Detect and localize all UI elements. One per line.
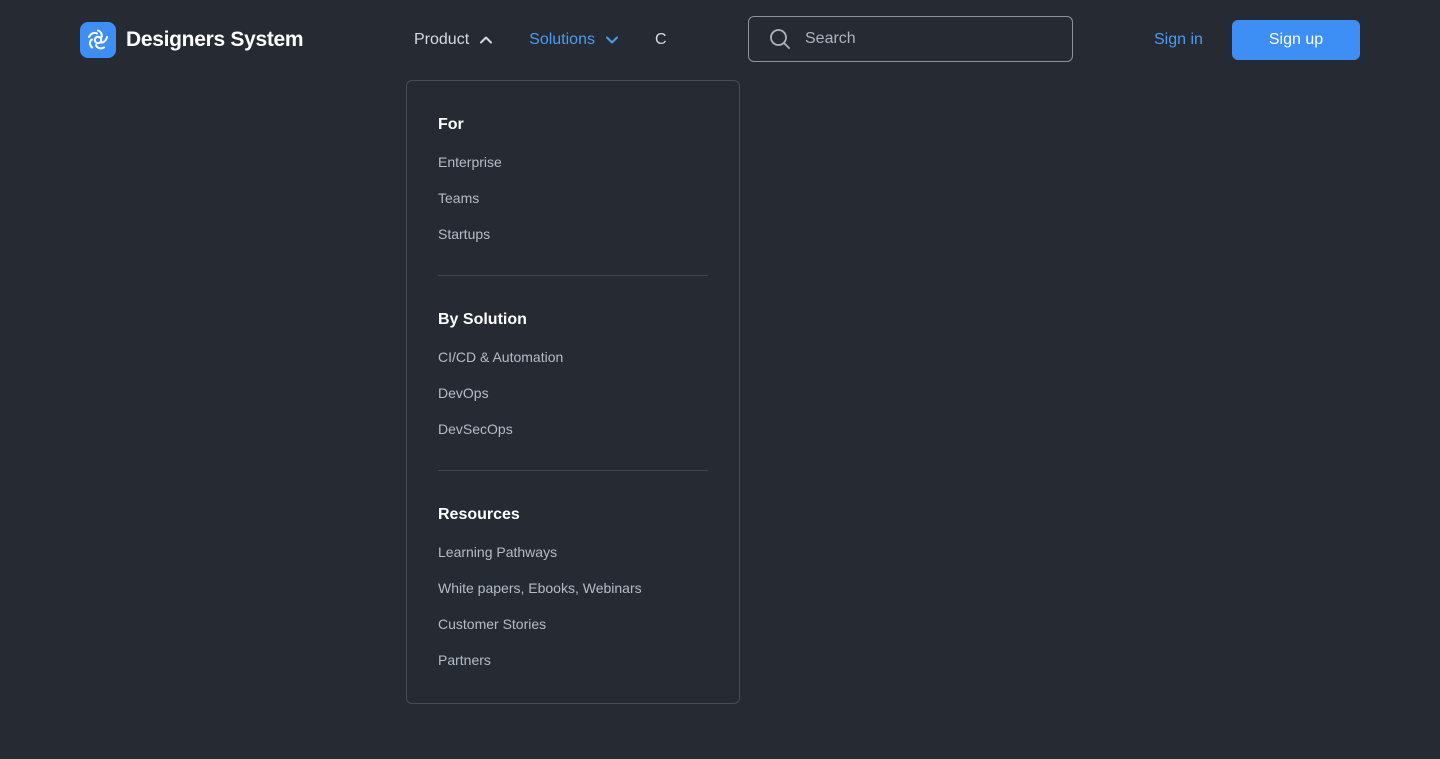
menu-item-white-papers[interactable]: White papers, Ebooks, Webinars <box>438 570 708 606</box>
brand-name: Designers System <box>126 28 304 51</box>
section-title: By Solution <box>438 311 527 328</box>
section-list: Enterprise Teams Startups <box>438 144 708 252</box>
section-list: CI/CD & Automation DevOps DevSecOps <box>438 339 708 447</box>
chevron-up-icon <box>479 33 493 47</box>
menu-item-customer-stories[interactable]: Customer Stories <box>438 606 708 642</box>
aperture-swirl-icon <box>80 22 116 58</box>
menu-item-enterprise[interactable]: Enterprise <box>438 144 708 180</box>
top-navigation-bar: Designers System Product Solutions C Sea… <box>0 0 1440 80</box>
menu-item-partners[interactable]: Partners <box>438 642 708 678</box>
sign-in-link[interactable]: Sign in <box>1154 30 1203 50</box>
search-icon <box>769 28 791 50</box>
dropdown-section-by-solution: By Solution CI/CD & Automation DevOps De… <box>438 276 708 447</box>
brand-link[interactable]: Designers System <box>80 22 304 58</box>
dropdown-section-resources: Resources Learning Pathways White papers… <box>438 471 708 678</box>
menu-item-teams[interactable]: Teams <box>438 180 708 216</box>
section-list: Learning Pathways White papers, Ebooks, … <box>438 534 708 678</box>
nav-item-product[interactable]: Product <box>414 28 493 52</box>
nav-item-solutions[interactable]: Solutions <box>529 28 619 52</box>
nav-item-label: C <box>654 31 667 48</box>
nav-item-label: Solutions <box>529 31 595 48</box>
section-title: For <box>438 116 464 133</box>
menu-item-devops[interactable]: DevOps <box>438 375 708 411</box>
main-nav: Product Solutions C <box>414 20 686 60</box>
search-box <box>748 16 1073 62</box>
solutions-dropdown-menu: For Enterprise Teams Startups By Solutio… <box>406 80 740 704</box>
menu-item-cicd-automation[interactable]: CI/CD & Automation <box>438 339 708 375</box>
nav-item-truncated[interactable]: C <box>655 28 667 52</box>
search-input[interactable] <box>803 29 1047 49</box>
sign-up-button[interactable]: Sign up <box>1232 20 1360 60</box>
menu-item-learning-pathways[interactable]: Learning Pathways <box>438 534 708 570</box>
section-title: Resources <box>438 506 520 523</box>
nav-item-label: Product <box>414 31 470 48</box>
menu-item-devsecops[interactable]: DevSecOps <box>438 411 708 447</box>
menu-item-startups[interactable]: Startups <box>438 216 708 252</box>
chevron-down-icon <box>605 33 619 47</box>
dropdown-section-for: For Enterprise Teams Startups <box>438 81 708 252</box>
